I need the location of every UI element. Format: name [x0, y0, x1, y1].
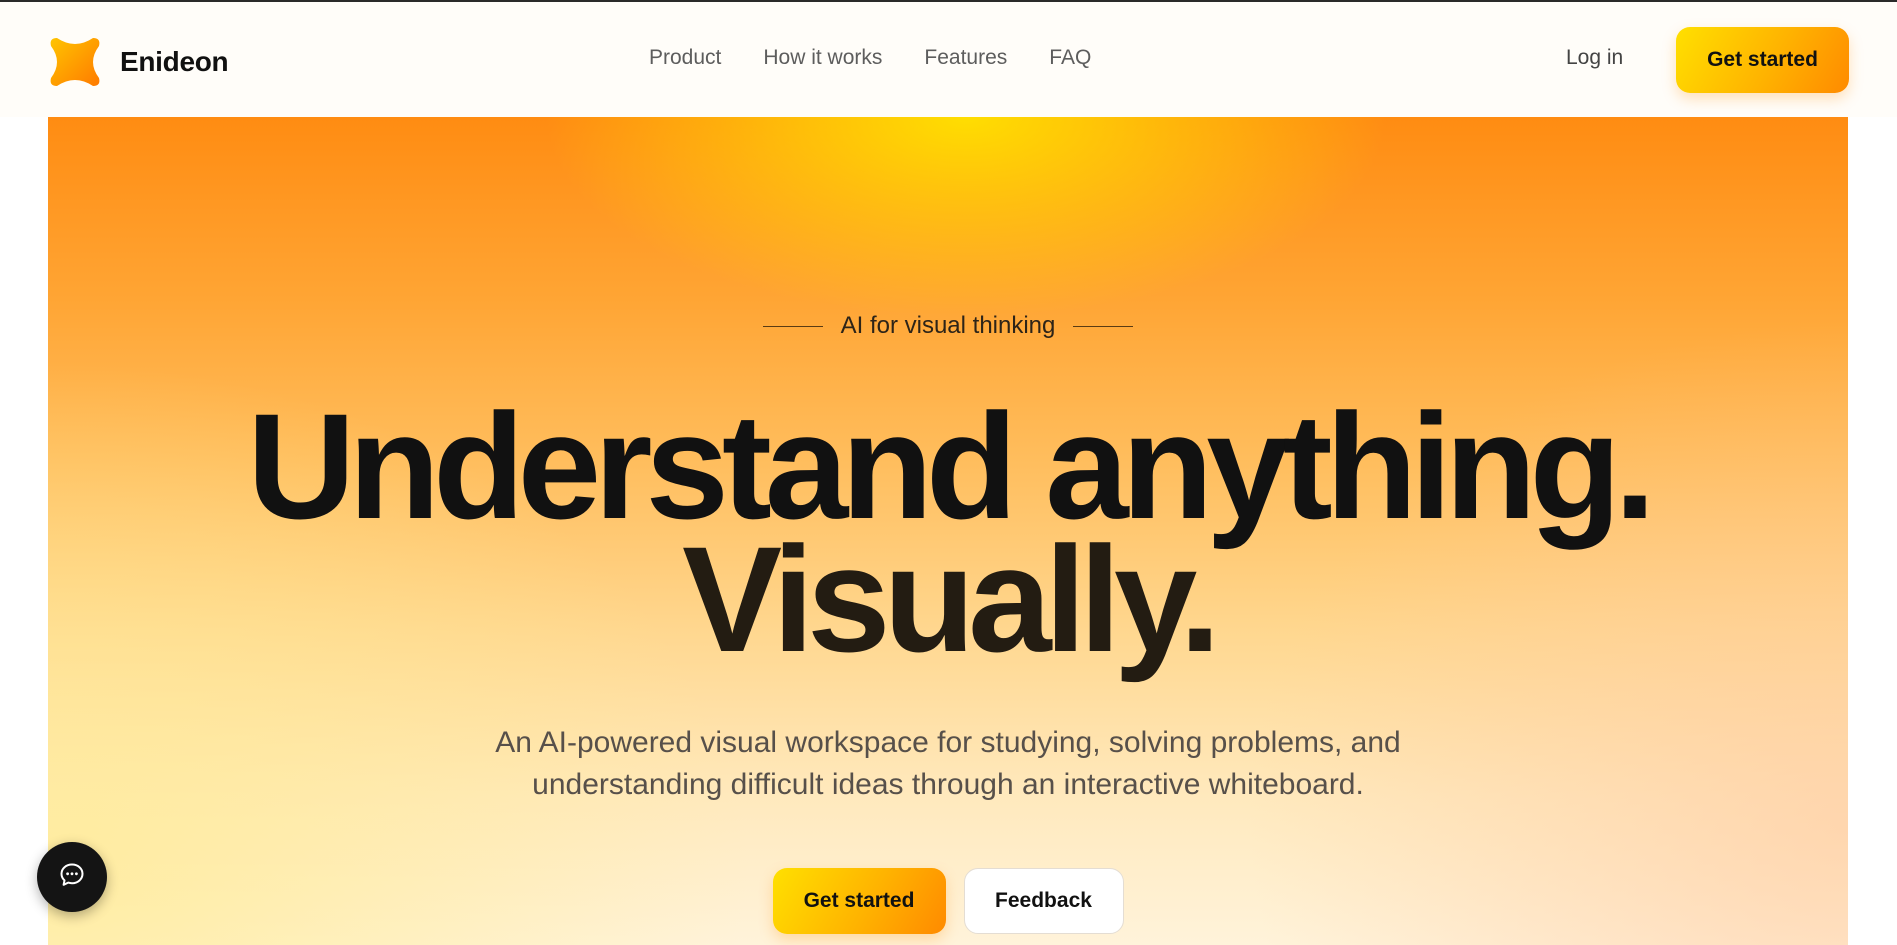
headline-line-2: Visually. — [682, 515, 1221, 683]
hero-headline: Understand anything. Visually. — [48, 382, 1848, 683]
headline-line-1: Understand anything. — [247, 382, 1656, 550]
eyebrow-divider-right — [1073, 325, 1134, 327]
eyebrow-divider-left — [762, 325, 823, 327]
hero-subtext: An AI-powered visual workspace for study… — [48, 722, 1848, 806]
subtext-line-1: An AI-powered visual workspace for study… — [495, 726, 1401, 759]
login-link[interactable]: Log in — [1566, 46, 1623, 70]
site-header: Enideon Product How it works Features FA… — [0, 2, 1897, 117]
hero-get-started-button[interactable]: Get started — [772, 868, 946, 934]
chat-icon — [59, 862, 85, 893]
hero-section: AI for visual thinking Understand anythi… — [48, 117, 1848, 945]
get-started-button[interactable]: Get started — [1676, 27, 1849, 93]
brand-name: Enideon — [120, 46, 229, 77]
nav-faq[interactable]: FAQ — [1049, 46, 1091, 70]
logo-icon — [49, 36, 101, 88]
hero-eyebrow: AI for visual thinking — [48, 312, 1848, 340]
nav-product[interactable]: Product — [649, 46, 721, 70]
nav-features[interactable]: Features — [924, 46, 1007, 70]
subtext-line-2: understanding difficult ideas through an… — [532, 768, 1364, 801]
feedback-button[interactable]: Feedback — [963, 868, 1124, 934]
brand-logo[interactable]: Enideon — [49, 36, 229, 88]
hero-actions: Get started Feedback — [48, 868, 1848, 934]
chat-button[interactable] — [37, 842, 107, 912]
main-nav: Product How it works Features FAQ — [649, 46, 1091, 70]
eyebrow-text: AI for visual thinking — [840, 312, 1056, 339]
nav-how-it-works[interactable]: How it works — [763, 46, 882, 70]
